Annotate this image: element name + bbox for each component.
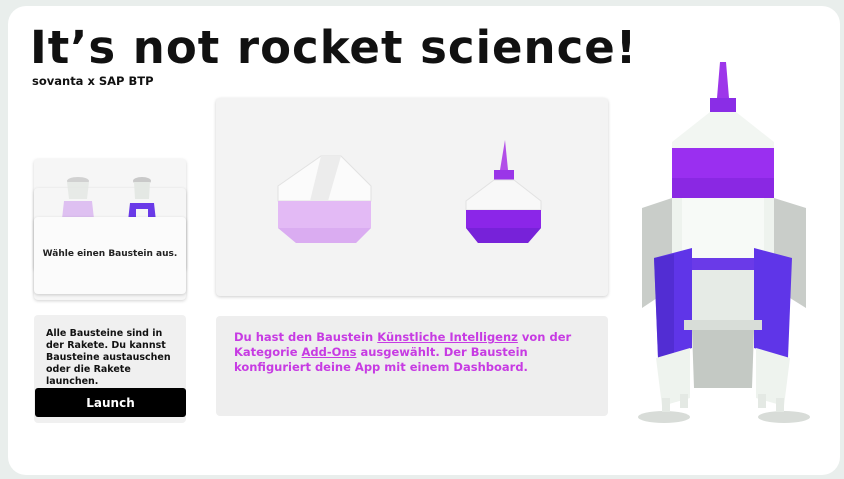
module-preview bbox=[216, 98, 608, 296]
category-link[interactable]: Add-Ons bbox=[302, 345, 357, 359]
module-link[interactable]: Künstliche Intelligenz bbox=[377, 330, 518, 344]
page-title: It’s not rocket science! bbox=[30, 21, 638, 74]
module-selector[interactable]: Wähle einen Baustein aus. bbox=[34, 157, 186, 300]
module-description: Du hast den Baustein Künstliche Intellig… bbox=[216, 316, 608, 416]
nose-thumbnail[interactable] bbox=[62, 177, 94, 219]
status-panel: Alle Bausteine sind in der Rakete. Du ka… bbox=[34, 315, 186, 423]
rocket-model bbox=[638, 62, 810, 423]
fin-thumbnail[interactable] bbox=[128, 177, 156, 221]
nose-cone-option[interactable] bbox=[277, 155, 372, 243]
nose-cone-comparison bbox=[277, 140, 542, 243]
nose-cone-selected[interactable] bbox=[465, 140, 542, 243]
status-message: Alle Bausteine sind in der Rakete. Du ka… bbox=[46, 328, 171, 387]
launch-button[interactable]: Launch bbox=[35, 388, 186, 417]
page-subtitle: sovanta x SAP BTP bbox=[32, 74, 154, 88]
selector-prompt: Wähle einen Baustein aus. bbox=[42, 249, 178, 259]
description-text: Du hast den Baustein Künstliche Intellig… bbox=[234, 330, 572, 374]
